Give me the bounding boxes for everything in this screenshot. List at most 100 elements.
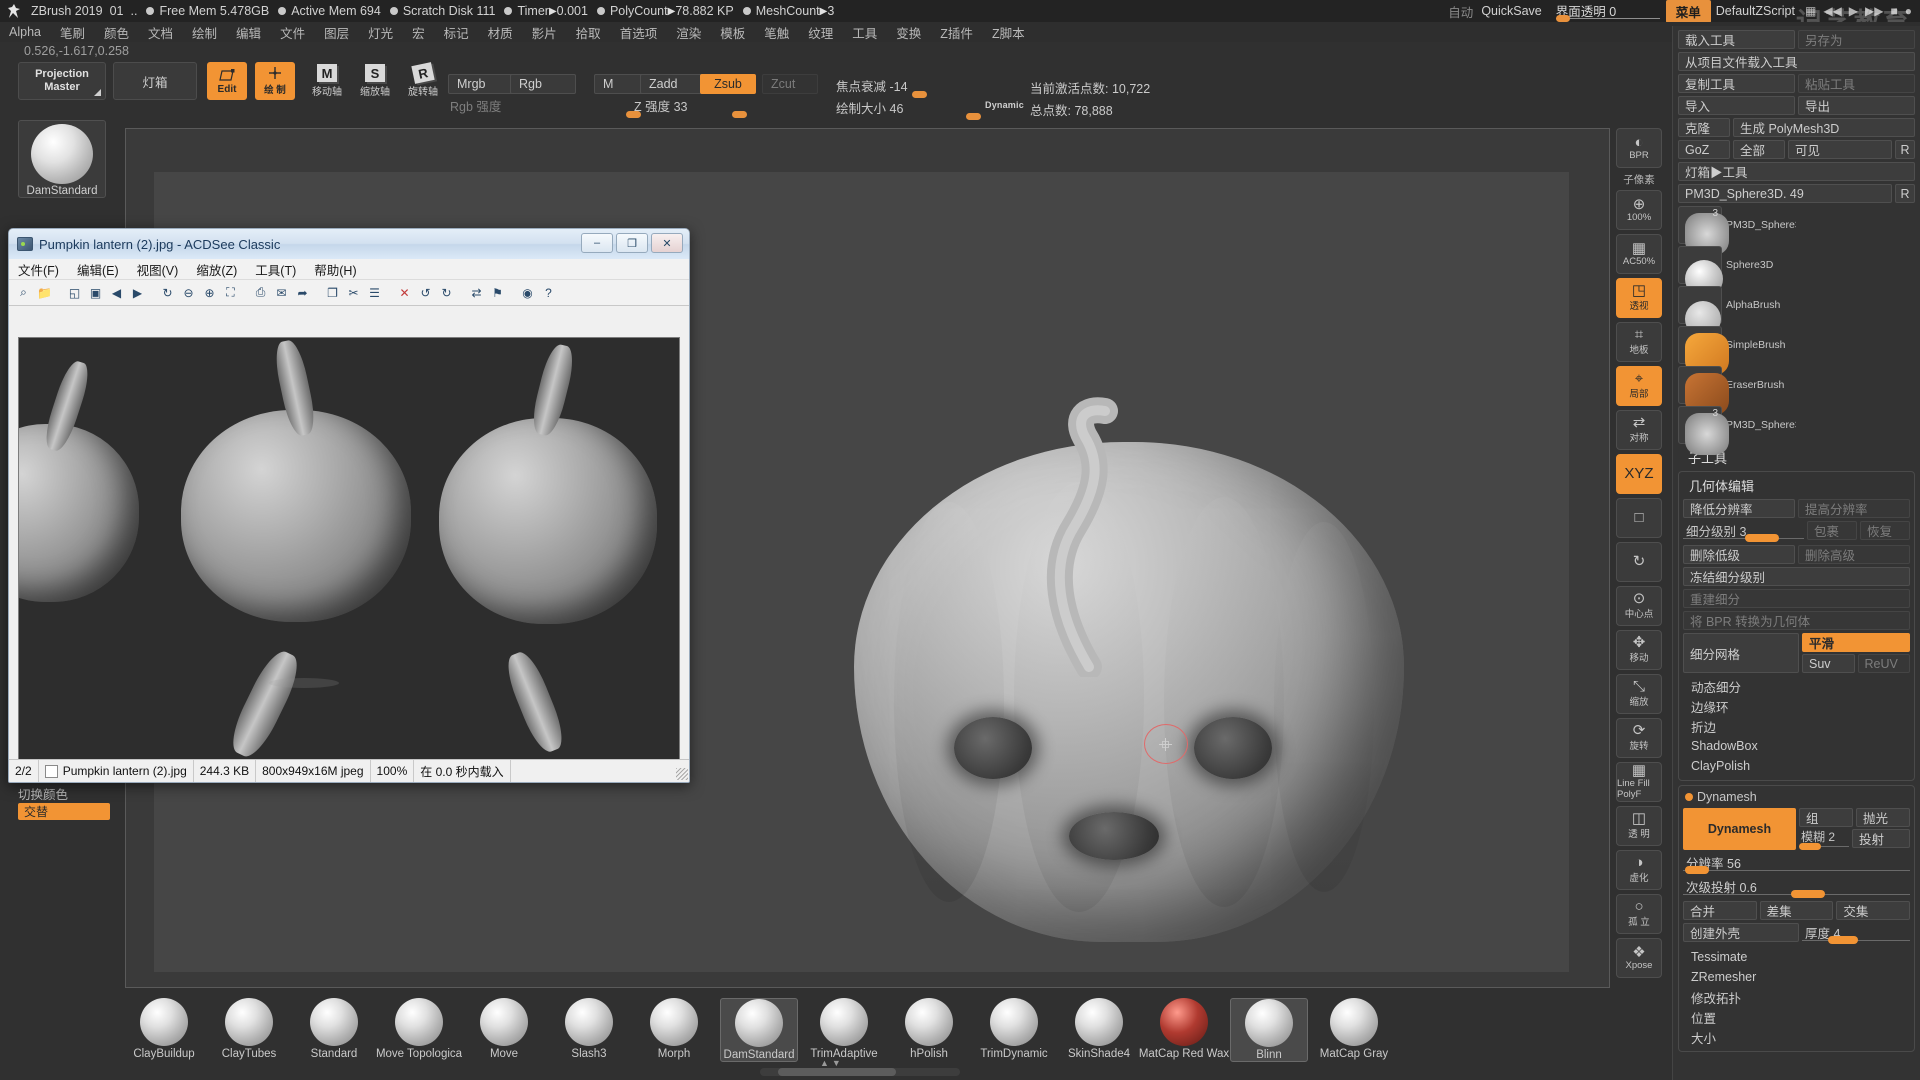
menu-item-5[interactable]: 编辑 [227, 22, 270, 43]
brush-item-5[interactable]: Slash3 [550, 998, 628, 1060]
acdsee-menu-2[interactable]: 视图(V) [128, 259, 188, 280]
magnifier-icon[interactable]: ⌕ [14, 283, 33, 302]
tool-r-button[interactable]: R [1895, 184, 1915, 203]
slider-knob[interactable] [1685, 866, 1709, 874]
ui-transparency-slider[interactable]: 界面透明 0 [1555, 0, 1660, 22]
delete-higher-button[interactable]: 删除高级 [1798, 545, 1910, 564]
group-button[interactable]: 组 [1799, 808, 1853, 827]
tool-button-5-3[interactable]: R [1895, 140, 1915, 159]
subprojection-slider[interactable]: 次级投射 0.6 [1683, 877, 1910, 898]
projection-master-button[interactable]: Projection Master [18, 62, 106, 100]
zsub-button[interactable]: Zsub [700, 74, 756, 94]
merge-button[interactable]: 合并 [1683, 901, 1757, 920]
ac50-button[interactable]: ▦ AC50% [1616, 234, 1662, 274]
swap-color-button[interactable]: 交替 [18, 803, 110, 820]
menu-item-6[interactable]: 文件 [271, 22, 314, 43]
zcut-button[interactable]: Zcut [762, 74, 818, 94]
intersect-button[interactable]: 交集 [1836, 901, 1911, 920]
polyf-button[interactable]: ▦ Line Fill PolyF [1616, 762, 1662, 802]
menu-item-13[interactable]: 拾取 [567, 22, 610, 43]
pin-icon[interactable]: ⚑ [488, 283, 507, 302]
rotate-axis-button[interactable]: R 旋转轴 [404, 62, 442, 100]
maximize-button[interactable]: ❐ [616, 233, 648, 253]
eye-icon[interactable]: ◉ [518, 283, 537, 302]
menu-item-8[interactable]: 灯光 [359, 22, 402, 43]
tool-button-5-0[interactable]: GoZ [1678, 140, 1730, 159]
acdsee-window[interactable]: Pumpkin lantern (2).jpg - ACDSee Classic… [8, 228, 690, 783]
move-button[interactable]: ✥ 移动 [1616, 630, 1662, 670]
brush-item-13[interactable]: Blinn [1230, 998, 1308, 1062]
menu-button[interactable]: 菜单 [1665, 0, 1711, 23]
tool-button-0-0[interactable]: 载入工具 [1678, 30, 1795, 49]
brush-item-4[interactable]: Move [465, 998, 543, 1060]
zadd-button[interactable]: Zadd [640, 74, 706, 94]
slider-knob[interactable] [1828, 936, 1858, 944]
subtool-cell-3[interactable]: SimpleBrush [1678, 326, 1796, 375]
xpose-button[interactable]: ❖ Xpose [1616, 938, 1662, 978]
geometry-item-1[interactable]: ZRemesher [1683, 967, 1910, 987]
menu-item-1[interactable]: 笔刷 [51, 22, 94, 43]
tool-button-3-0[interactable]: 导入 [1678, 96, 1795, 115]
acdsee-menu-0[interactable]: 文件(F) [9, 259, 68, 280]
subtool-cell-1[interactable]: Sphere3D [1678, 246, 1796, 298]
menu-item-11[interactable]: 材质 [479, 22, 522, 43]
dynamic-subdivision-item[interactable]: 动态细分 [1683, 676, 1910, 696]
brush-item-11[interactable]: SkinShade4 [1060, 998, 1138, 1060]
draw-button[interactable]: 绘 制 [255, 62, 295, 100]
tool-button-4-1[interactable]: 生成 PolyMesh3D [1733, 118, 1915, 137]
tool-button-1-0[interactable]: 从项目文件载入工具 [1678, 52, 1915, 71]
brush-item-1[interactable]: ClayTubes [210, 998, 288, 1060]
reuv-button[interactable]: ReUV [1857, 654, 1910, 673]
brush-item-14[interactable]: MatCap Gray [1315, 998, 1393, 1060]
paste-icon[interactable]: ☰ [365, 283, 384, 302]
brush-item-0[interactable]: ClayBuildup [125, 998, 203, 1060]
frame-button[interactable]: □ [1616, 498, 1662, 538]
geometry-item-3[interactable]: 位置 [1683, 1007, 1910, 1027]
menu-item-15[interactable]: 渲染 [667, 22, 710, 43]
subtool-thumbnail-0[interactable]: 3 [1678, 206, 1729, 255]
tool-button-4-0[interactable]: 克隆 [1678, 118, 1730, 137]
subtool-thumbnail-4[interactable] [1678, 366, 1729, 415]
menu-item-9[interactable]: 宏 [403, 22, 434, 43]
subtool-cell-2[interactable]: AlphaBrush [1678, 286, 1796, 337]
subtool-cell-5[interactable]: 3 PM3D_Sphere3D [1678, 406, 1796, 455]
acdsee-menu-4[interactable]: 工具(T) [246, 259, 305, 280]
rotate2-button[interactable]: ⟳ 旋转 [1616, 718, 1662, 758]
resolution-slider[interactable]: 分辨率 56 [1683, 853, 1910, 874]
suv-button[interactable]: Suv [1802, 654, 1855, 673]
crease-item[interactable]: 折边 [1683, 716, 1910, 736]
rgb-knob-wrap[interactable] [626, 96, 641, 118]
brush-item-10[interactable]: TrimDynamic [975, 998, 1053, 1060]
next-icon[interactable]: ▶ [128, 283, 147, 302]
menu-item-2[interactable]: 颜色 [95, 22, 138, 43]
zoom-out-icon[interactable]: ⊖ [179, 283, 198, 302]
bpr-button[interactable]: ◐ BPR [1616, 128, 1662, 168]
slider-knob[interactable] [1555, 15, 1570, 22]
bpr-to-geometry-button[interactable]: 将 BPR 转换为几何体 [1683, 611, 1910, 630]
refresh-icon[interactable]: ↻ [158, 283, 177, 302]
actual-icon[interactable]: ▣ [86, 283, 105, 302]
zscript-label[interactable]: DefaultZScript [1716, 4, 1795, 18]
project-button[interactable]: 投射 [1852, 829, 1910, 848]
thickness-slider[interactable]: 厚度 4 [1802, 923, 1910, 944]
edge-loop-item[interactable]: 边缘环 [1683, 696, 1910, 716]
menu-item-12[interactable]: 影片 [523, 22, 566, 43]
brush-item-8[interactable]: TrimAdaptive [805, 998, 883, 1060]
menu-item-0[interactable]: Alpha [0, 24, 50, 40]
rgb-button[interactable]: Rgb [510, 74, 576, 94]
brush-item-12[interactable]: MatCap Red Wax [1139, 998, 1229, 1060]
subtool-thumbnail-1[interactable] [1678, 246, 1723, 298]
solo-button[interactable]: ○ 孤 立 [1616, 894, 1662, 934]
lightbox-button[interactable]: 灯箱 [113, 62, 197, 100]
menu-ellipsis[interactable]: .. [130, 4, 137, 18]
wrap-button[interactable]: 包裹 [1807, 521, 1857, 540]
xyz-button[interactable]: XYZ [1616, 454, 1662, 494]
symmetry-button[interactable]: ⇄ 对称 [1616, 410, 1662, 450]
slider-knob[interactable] [912, 91, 927, 98]
higher-res-button[interactable]: 提高分辨率 [1798, 499, 1910, 518]
create-shell-button[interactable]: 创建外壳 [1683, 923, 1799, 942]
acdsee-menu-1[interactable]: 编辑(E) [68, 259, 128, 280]
rotate-l-icon[interactable]: ↺ [416, 283, 435, 302]
acdsee-title-bar[interactable]: Pumpkin lantern (2).jpg - ACDSee Classic… [9, 229, 689, 259]
geometry-item-2[interactable]: 修改拓扑 [1683, 987, 1910, 1007]
